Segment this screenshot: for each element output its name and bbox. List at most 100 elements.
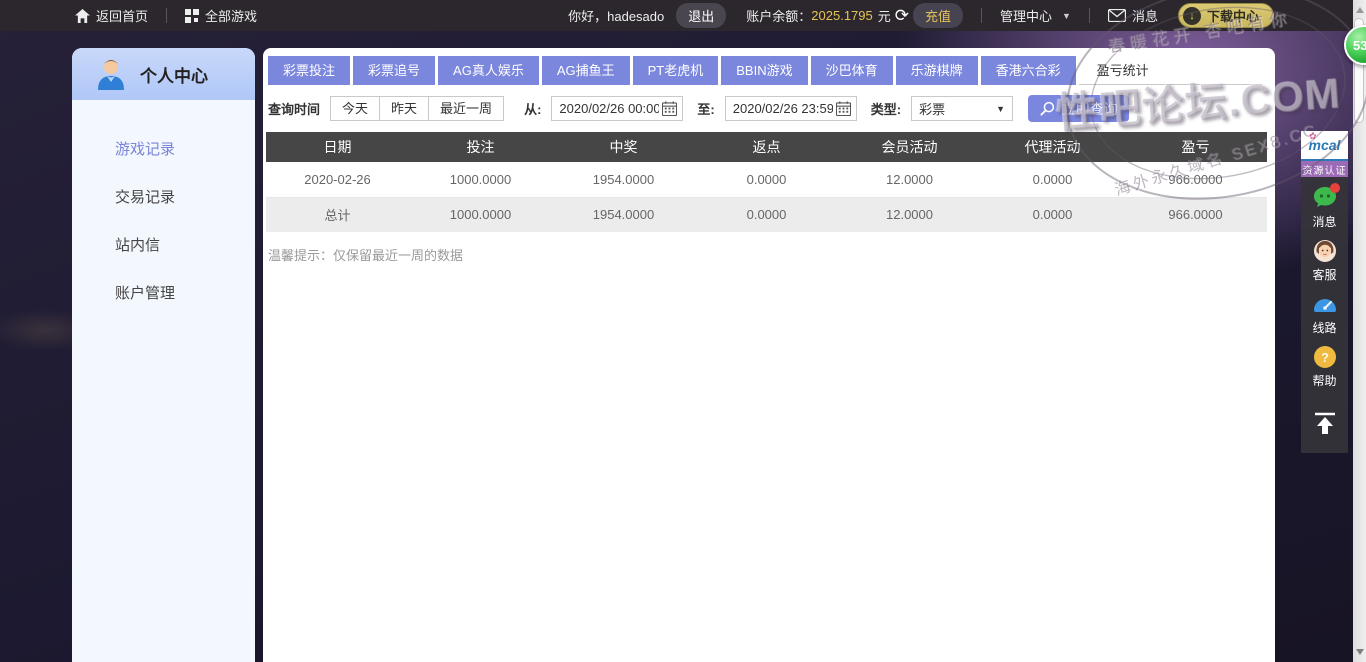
tab-profit-loss-stats[interactable]: 盈亏统计 — [1079, 56, 1262, 85]
sidebar-menu: 游戏记录 交易记录 站内信 账户管理 — [72, 100, 255, 318]
table-cell: 0.0000 — [695, 197, 838, 232]
quick-yesterday-button[interactable]: 昨天 — [380, 96, 429, 121]
all-games-link[interactable]: 全部游戏 — [185, 6, 257, 25]
float-item-lines[interactable]: 线路 — [1301, 291, 1348, 336]
scroll-down-arrow[interactable] — [1356, 649, 1364, 655]
balance-unit: 元 — [878, 6, 891, 25]
tab-bbin[interactable]: BBIN游戏 — [721, 56, 807, 85]
calendar-icon[interactable] — [662, 101, 677, 116]
sidebar-item-game-records[interactable]: 游戏记录 — [72, 126, 255, 174]
table-cell: 12.0000 — [838, 162, 981, 197]
col-win: 中奖 — [552, 132, 695, 162]
download-center-button[interactable]: ↓ 下载中心 — [1178, 3, 1274, 28]
certification-caption: 资源认证 — [1301, 161, 1348, 177]
table-cell: 0.0000 — [981, 162, 1124, 197]
sidebar: 个人中心 游戏记录 交易记录 站内信 账户管理 — [72, 48, 255, 662]
col-date: 日期 — [266, 132, 409, 162]
tab-leyou-chess[interactable]: 乐游棋牌 — [896, 56, 978, 85]
sidebar-item-account-management[interactable]: 账户管理 — [72, 270, 255, 318]
float-toolbar: ✿ mcal 资源认证 消息 客服 线路 ? 帮助 — [1301, 131, 1348, 453]
tab-ag-live[interactable]: AG真人娱乐 — [438, 56, 539, 85]
col-agent-activity: 代理活动 — [981, 132, 1124, 162]
svg-text:?: ? — [1321, 350, 1329, 365]
admin-center-label: 管理中心 — [1000, 6, 1052, 25]
logout-button[interactable]: 退出 — [676, 3, 726, 28]
retention-tip: 温馨提示：仅保留最近一周的数据 — [268, 245, 1265, 264]
balance-label: 账户余额： — [746, 6, 811, 25]
notification-count: 53 — [1353, 38, 1366, 53]
admin-center-menu[interactable]: 管理中心 ▼ — [1000, 6, 1071, 25]
certification-logo[interactable]: ✿ mcal — [1301, 131, 1348, 161]
from-date-field — [551, 96, 683, 121]
all-games-label: 全部游戏 — [205, 6, 257, 25]
table-header-row: 日期 投注 中奖 返点 会员活动 代理活动 盈亏 — [266, 132, 1267, 162]
table-total-row: 总计 1000.0000 1954.0000 0.0000 12.0000 0.… — [266, 197, 1267, 232]
search-icon — [1040, 101, 1055, 116]
recharge-button[interactable]: 充值 — [913, 3, 963, 28]
chevron-down-icon: ▼ — [1062, 11, 1071, 21]
sidebar-header: 个人中心 — [72, 48, 255, 100]
float-item-label: 线路 — [1312, 319, 1336, 336]
tab-lottery-bet[interactable]: 彩票投注 — [268, 56, 350, 85]
type-label: 类型: — [871, 99, 901, 118]
divider — [166, 8, 167, 23]
speedometer-icon — [1312, 291, 1338, 317]
float-item-label: 帮助 — [1312, 372, 1336, 389]
customer-service-icon — [1312, 238, 1338, 264]
main-content: 彩票投注 彩票追号 AG真人娱乐 AG捕鱼王 PT老虎机 BBIN游戏 沙巴体育… — [263, 48, 1275, 662]
quick-last-week-button[interactable]: 最近一周 — [429, 96, 504, 121]
float-item-customer-service[interactable]: 客服 — [1301, 238, 1348, 283]
calendar-icon[interactable] — [836, 101, 851, 116]
scroll-up-arrow[interactable] — [1356, 7, 1364, 13]
download-icon: ↓ — [1183, 7, 1201, 25]
red-dot-badge — [1330, 183, 1340, 193]
table-cell: 1000.0000 — [409, 162, 552, 197]
sidebar-item-site-mail[interactable]: 站内信 — [72, 222, 255, 270]
tab-pt-slots[interactable]: PT老虎机 — [633, 56, 719, 85]
tab-lottery-chase[interactable]: 彩票追号 — [353, 56, 435, 85]
float-item-messages[interactable]: 消息 — [1301, 185, 1348, 230]
search-button[interactable]: 立即查询 — [1028, 95, 1129, 122]
float-item-help[interactable]: ? 帮助 — [1301, 344, 1348, 389]
table-cell: 2020-02-26 — [266, 162, 409, 197]
table-cell: 966.0000 — [1124, 197, 1267, 232]
to-date-input[interactable] — [733, 101, 833, 116]
chevron-down-icon: ▼ — [996, 104, 1005, 114]
from-date-input[interactable] — [559, 101, 659, 116]
notification-badge[interactable]: 53 — [1344, 25, 1366, 65]
divider — [1089, 8, 1090, 23]
quick-today-button[interactable]: 今天 — [330, 96, 380, 121]
filter-bar: 查询时间 今天 昨天 最近一周 从: 至: 类型: 彩票 ▼ 立即查询 — [268, 95, 1265, 122]
topbar: 返回首页 全部游戏 你好，hadesado 退出 账户余额： 2025.1795… — [0, 0, 1366, 31]
home-link[interactable]: 返回首页 — [75, 6, 148, 25]
tab-ag-fishing[interactable]: AG捕鱼王 — [542, 56, 630, 85]
col-profit-loss: 盈亏 — [1124, 132, 1267, 162]
table-cell: 12.0000 — [838, 197, 981, 232]
to-date-field — [725, 96, 857, 121]
to-label: 至: — [697, 99, 714, 118]
search-button-label: 立即查询 — [1062, 99, 1118, 119]
table-row: 2020-02-26 1000.0000 1954.0000 0.0000 12… — [266, 162, 1267, 197]
sidebar-title: 个人中心 — [140, 62, 208, 87]
table-cell: 总计 — [266, 197, 409, 232]
float-panel: 消息 客服 线路 ? 帮助 — [1301, 177, 1348, 453]
divider — [981, 8, 982, 23]
tab-hk-mark-six[interactable]: 香港六合彩 — [981, 56, 1076, 85]
refresh-balance-icon[interactable]: ⟳ — [895, 6, 909, 26]
messages-link[interactable]: 消息 — [1108, 6, 1158, 25]
tab-bar: 彩票投注 彩票追号 AG真人娱乐 AG捕鱼王 PT老虎机 BBIN游戏 沙巴体育… — [268, 56, 1265, 85]
home-label: 返回首页 — [96, 6, 148, 25]
tab-saba-sports[interactable]: 沙巴体育 — [811, 56, 893, 85]
messages-label: 消息 — [1132, 6, 1158, 25]
page-scrollbar[interactable] — [1353, 0, 1366, 662]
back-to-top-button[interactable] — [1301, 397, 1348, 441]
from-label: 从: — [524, 99, 541, 118]
mail-icon — [1108, 9, 1126, 22]
table-cell: 0.0000 — [695, 162, 838, 197]
table-cell: 1954.0000 — [552, 162, 695, 197]
download-center-label: 下载中心 — [1207, 6, 1259, 25]
help-icon: ? — [1312, 344, 1338, 370]
sidebar-item-transaction-records[interactable]: 交易记录 — [72, 174, 255, 222]
type-select[interactable]: 彩票 ▼ — [911, 96, 1013, 121]
col-member-activity: 会员活动 — [838, 132, 981, 162]
